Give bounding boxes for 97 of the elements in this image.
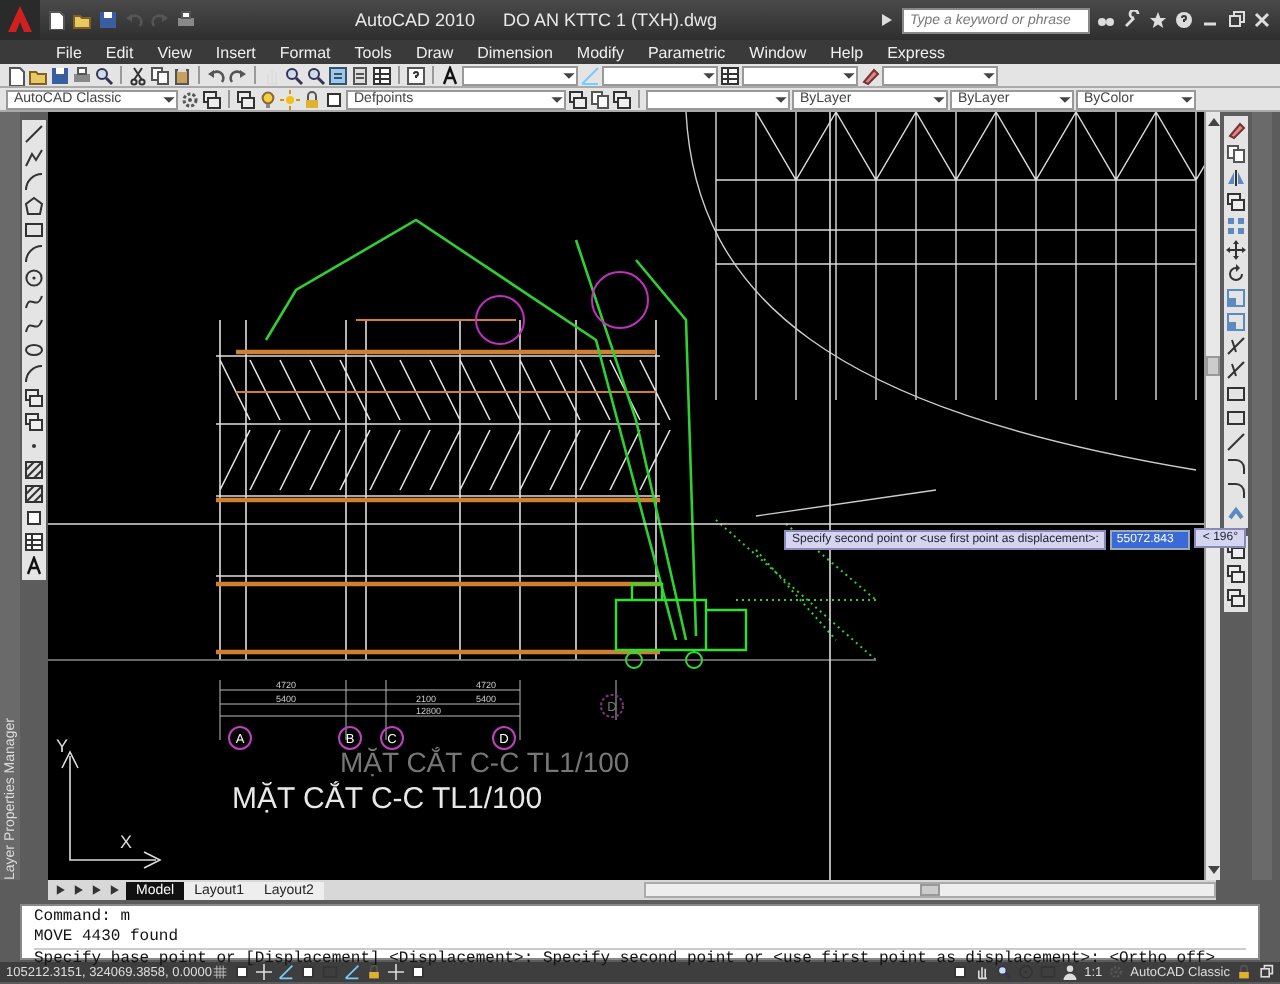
menu-item[interactable]: Parametric [635, 43, 738, 61]
square-icon[interactable] [24, 508, 44, 528]
restore-icon[interactable] [1226, 10, 1246, 30]
triangle-icon[interactable] [876, 10, 896, 30]
table-icon[interactable] [720, 65, 740, 85]
ellipse-icon[interactable] [24, 340, 44, 360]
star-icon[interactable] [1148, 10, 1168, 30]
scissors-icon[interactable] [128, 65, 148, 85]
lock-icon[interactable] [1236, 964, 1252, 980]
text-icon[interactable] [440, 65, 460, 85]
line-icon[interactable] [24, 124, 44, 144]
printer-icon[interactable] [72, 65, 92, 85]
scroll-thumb[interactable] [1206, 356, 1220, 376]
hatch-icon[interactable] [24, 484, 44, 504]
section-title: MẶT CẮT C-C TL1/100 [232, 782, 543, 816]
rotate-icon[interactable] [1226, 264, 1246, 284]
folder-icon[interactable] [72, 10, 92, 30]
file-icon[interactable] [46, 10, 66, 30]
lock-icon [302, 89, 322, 109]
polyline-icon[interactable] [24, 148, 44, 168]
person-icon[interactable] [1062, 964, 1079, 980]
caret-icon [162, 91, 176, 107]
arc-icon[interactable] [24, 364, 44, 384]
help-circle-icon[interactable] [1174, 10, 1194, 30]
magnifier-icon[interactable] [284, 65, 304, 85]
wrench-icon[interactable] [1122, 10, 1142, 30]
copy-icon[interactable] [590, 89, 610, 109]
crosshair-icon[interactable] [256, 964, 272, 980]
lock-icon[interactable] [366, 964, 382, 980]
caret-icon [842, 67, 856, 83]
square-icon[interactable] [410, 964, 426, 980]
properties-icon[interactable] [328, 65, 348, 85]
menu-item[interactable]: File [44, 43, 94, 61]
menu-item[interactable]: Window [737, 43, 819, 61]
arc-icon[interactable] [24, 172, 44, 192]
square-icon[interactable] [300, 964, 316, 980]
arc-icon[interactable] [24, 244, 44, 264]
command-history-line: MOVE 4430 found [34, 928, 181, 948]
square-icon[interactable] [234, 964, 250, 980]
menu-item[interactable]: Help [818, 43, 876, 61]
grid-icon[interactable] [212, 964, 228, 980]
multileader-style-dropdown[interactable] [882, 65, 998, 85]
close-icon[interactable] [1252, 10, 1272, 30]
menu-item[interactable]: Express [875, 43, 957, 61]
caret-icon [702, 67, 716, 83]
magnifier-icon[interactable] [94, 65, 114, 85]
caret-icon [932, 91, 946, 107]
eraser-icon[interactable] [1226, 120, 1246, 140]
table-icon[interactable] [24, 532, 44, 552]
magnifier-icon[interactable] [306, 65, 326, 85]
caret-icon [982, 67, 996, 83]
move-icon[interactable] [1226, 240, 1246, 260]
trim-icon[interactable] [1226, 360, 1246, 380]
command-history-line: Command: m [34, 908, 131, 928]
caret-icon [1058, 91, 1072, 107]
save-icon[interactable] [98, 10, 118, 30]
window-title: AutoCAD 2010 [354, 10, 476, 30]
help-icon[interactable] [406, 65, 426, 85]
menu-item[interactable]: Draw [403, 43, 466, 61]
clipboard-icon[interactable] [172, 65, 192, 85]
sun-icon [280, 89, 300, 109]
text-icon[interactable] [24, 556, 44, 576]
angle-icon[interactable] [344, 964, 360, 980]
document-name: DO AN KTTC 1 (TXH).dwg [503, 10, 718, 30]
restore-icon[interactable] [1258, 964, 1274, 980]
lightbulb-icon [258, 89, 278, 109]
calculator-icon[interactable] [350, 65, 370, 85]
table-icon[interactable] [372, 65, 392, 85]
angle-icon[interactable] [278, 964, 294, 980]
menu-item[interactable]: Edit [93, 43, 146, 61]
save-icon[interactable] [50, 65, 70, 85]
hatch-icon[interactable] [24, 460, 44, 480]
menu-item[interactable]: Dimension [465, 43, 565, 61]
menu-item[interactable]: Format [267, 43, 343, 61]
line-icon[interactable] [1226, 432, 1246, 452]
square-icon [324, 89, 344, 109]
undo-icon[interactable] [206, 65, 226, 85]
caret-icon [774, 91, 788, 107]
square-icon[interactable] [952, 964, 969, 980]
menu-item[interactable]: Insert [203, 43, 268, 61]
magnifier-icon[interactable] [996, 964, 1013, 980]
horizontal-scrollbar[interactable] [643, 882, 1216, 898]
menu-item[interactable]: Modify [564, 43, 636, 61]
color-dropdown[interactable] [646, 89, 790, 109]
menu-item[interactable]: Tools [342, 43, 404, 61]
copy-icon[interactable] [1226, 144, 1246, 164]
crosshair-icon[interactable] [388, 964, 404, 980]
polygon-icon[interactable] [24, 196, 44, 216]
trim-icon[interactable] [1226, 336, 1246, 356]
copy-icon[interactable] [150, 65, 170, 85]
printer-icon[interactable] [176, 10, 196, 30]
redo-icon[interactable] [228, 65, 248, 85]
menu-item[interactable]: View [145, 43, 204, 61]
caret-icon [1180, 91, 1194, 107]
rectangle-icon[interactable] [24, 220, 44, 240]
mirror-icon[interactable] [1226, 168, 1246, 188]
section-title: MẶT CẮT C-C TL1/100 [340, 746, 630, 778]
